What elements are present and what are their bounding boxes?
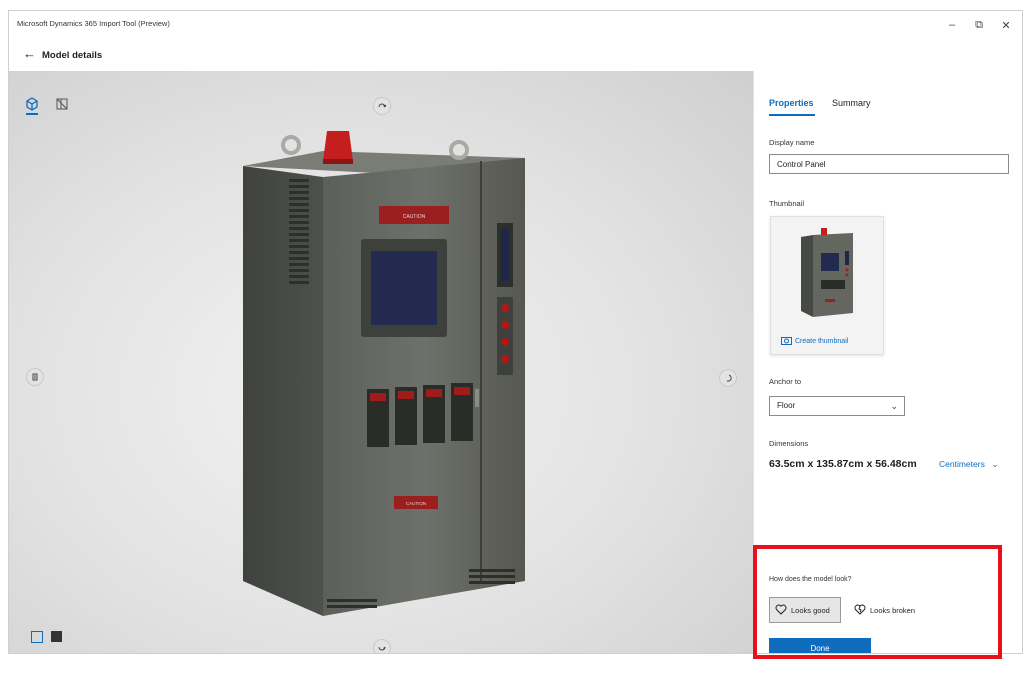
dimensions-value: 63.5cm x 135.87cm x 56.48cm [769,458,917,470]
close-button[interactable]: ✕ [993,15,1019,35]
display-name-field[interactable]: Control Panel [769,154,1009,174]
restore-button[interactable]: ⧉ [966,15,992,35]
title-bar: Microsoft Dynamics 365 Import Tool (Prev… [9,11,1022,39]
wireframe-view-icon[interactable] [55,97,69,111]
page-title: Model details [42,50,103,61]
model-viewport[interactable]: CAUTION CAUTION [9,71,753,653]
chevron-down-icon: ⌄ [991,459,999,469]
highlight-box [753,545,1002,659]
create-thumbnail-label: Create thumbnail [795,338,849,345]
display-name-label: Display name [769,138,815,147]
tab-properties[interactable]: Properties [769,98,814,108]
light-background-icon[interactable] [31,631,43,643]
dimensions-label: Dimensions [769,439,809,448]
3d-view-icon[interactable] [25,97,39,111]
control-panel-model: CAUTION CAUTION [243,131,525,616]
model-label-top: CAUTION [403,214,426,220]
thumbnail-image [801,228,853,317]
page-header: ← Model details [9,45,1022,69]
anchor-select[interactable]: Floor ⌄ [769,396,905,416]
thumbnail-label: Thumbnail [769,199,805,208]
minimize-button[interactable]: – [939,15,965,35]
anchor-label: Anchor to [769,377,802,386]
camera-icon [781,336,792,347]
anchor-select-value: Floor [777,401,796,410]
rotate-left-icon[interactable] [26,368,44,386]
tab-summary[interactable]: Summary [832,98,871,108]
model-label-bottom: CAUTION [406,501,426,506]
thumbnail-card: Create thumbnail [770,216,884,355]
active-tab-indicator [769,114,815,116]
back-arrow-icon[interactable]: ← [23,46,36,61]
units-value: Centimeters [939,459,985,469]
chevron-down-icon: ⌄ [890,401,898,411]
rotate-down-icon[interactable] [373,639,391,653]
rotate-right-icon[interactable] [719,369,737,387]
units-dropdown[interactable]: Centimeters ⌄ [939,459,999,470]
app-title: Microsoft Dynamics 365 Import Tool (Prev… [17,19,170,28]
dark-background-icon[interactable] [51,631,62,642]
create-thumbnail-button[interactable]: Create thumbnail [781,336,848,347]
active-view-indicator [26,113,38,115]
